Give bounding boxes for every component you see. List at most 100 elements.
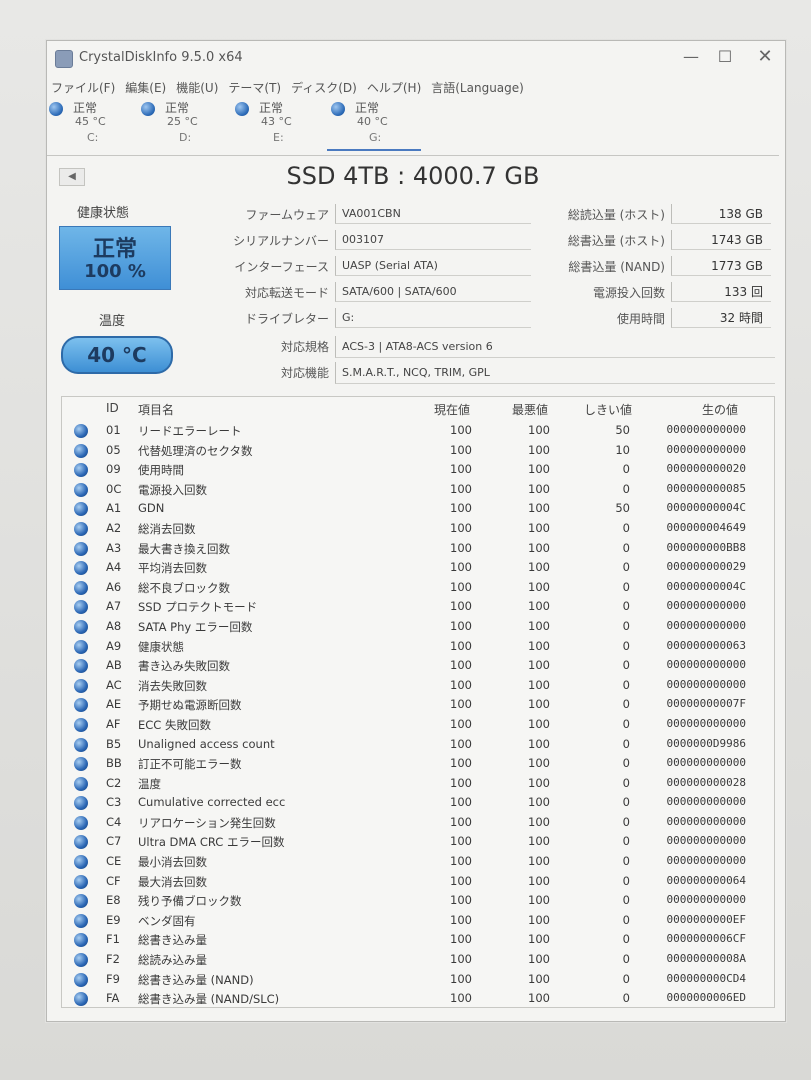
attr-worst: 100 [528, 481, 550, 496]
table-row[interactable]: AC 消去失敗回数 100 100 0 000000000000 [62, 676, 774, 696]
table-row[interactable]: E9 ベンダ固有 100 100 0 0000000000EF [62, 911, 774, 931]
attr-threshold: 0 [622, 677, 630, 692]
table-row[interactable]: F1 総書き込み量 100 100 0 0000000006CF [62, 930, 774, 950]
maximize-button[interactable]: ☐ [711, 46, 739, 68]
attr-name: 温度 [138, 776, 161, 791]
attr-name: 電源投入回数 [138, 482, 207, 497]
menu-function[interactable]: 機能(U) [176, 79, 218, 99]
table-row[interactable]: A8 SATA Phy エラー回数 100 100 0 000000000000 [62, 617, 774, 637]
attr-name: 総書き込み量 (NAND/SLC) [138, 992, 280, 1007]
close-button[interactable]: ✕ [751, 46, 779, 68]
table-row[interactable]: C4 リアロケーション発生回数 100 100 0 000000000000 [62, 813, 774, 833]
status-dot-icon [74, 815, 88, 830]
minimize-button[interactable]: — [677, 46, 705, 68]
attr-id: 0C [106, 481, 122, 496]
attr-current: 100 [450, 952, 472, 967]
status-dot-icon [74, 580, 88, 595]
attr-worst: 100 [528, 873, 550, 888]
attr-threshold: 0 [622, 893, 630, 908]
power-hours-value: 32 時間 [671, 308, 771, 328]
table-row[interactable]: 01 リードエラーレート 100 100 50 000000000000 [62, 421, 774, 441]
attr-raw: 000000000000 [666, 658, 746, 672]
attr-id: CF [106, 873, 121, 888]
header-id[interactable]: ID [106, 401, 119, 415]
attr-current: 100 [450, 520, 472, 535]
drive-tab-g[interactable]: 正常 40 °C G: [327, 99, 421, 153]
attr-id: 09 [106, 462, 121, 477]
features-value: S.M.A.R.T., NCQ, TRIM, GPL [335, 362, 775, 384]
table-row[interactable]: A6 総不良ブロック数 100 100 0 00000000004C [62, 578, 774, 598]
attr-current: 100 [450, 599, 472, 614]
temperature-box[interactable]: 40 °C [61, 336, 173, 374]
attr-worst: 100 [528, 814, 550, 829]
table-row[interactable]: CE 最小消去回数 100 100 0 000000000000 [62, 852, 774, 872]
attr-raw: 000000000020 [666, 462, 746, 476]
drive-tab-c[interactable]: 正常 45 °C C: [49, 99, 139, 153]
table-row[interactable]: AB 書き込み失敗回数 100 100 0 000000000000 [62, 656, 774, 676]
attr-id: BB [106, 756, 122, 771]
table-row[interactable]: C2 温度 100 100 0 000000000028 [62, 774, 774, 794]
attr-threshold: 0 [622, 697, 630, 712]
attr-threshold: 0 [622, 932, 630, 947]
disk-title: SSD 4TB : 4000.7 GB [286, 162, 540, 190]
attr-raw: 00000000008A [666, 952, 746, 966]
header-threshold[interactable]: しきい値 [584, 401, 632, 418]
table-row[interactable]: F9 総書き込み量 (NAND) 100 100 0 000000000CD4 [62, 970, 774, 990]
table-row[interactable]: C3 Cumulative corrected ecc 100 100 0 0000000… [62, 793, 774, 813]
table-row[interactable]: A1 GDN 100 100 50 00000000004C [62, 499, 774, 519]
attr-current: 100 [450, 481, 472, 496]
attr-worst: 100 [528, 952, 550, 967]
status-dot-icon [74, 678, 88, 693]
drive-tab-e[interactable]: 正常 43 °C E: [235, 99, 325, 153]
attr-worst: 100 [528, 579, 550, 594]
attr-worst: 100 [528, 520, 550, 535]
attr-threshold: 0 [622, 658, 630, 673]
drive-temp: 43 °C [261, 115, 292, 128]
table-row[interactable]: 05 代替処理済のセクタ数 100 100 10 000000000000 [62, 441, 774, 461]
attr-name: 最小消去回数 [138, 855, 207, 870]
table-row[interactable]: A9 健康状態 100 100 0 000000000063 [62, 637, 774, 657]
header-name[interactable]: 項目名 [138, 401, 174, 418]
header-worst[interactable]: 最悪値 [512, 401, 548, 418]
table-row[interactable]: E8 残り予備ブロック数 100 100 0 000000000000 [62, 891, 774, 911]
attr-name: 残り予備ブロック数 [138, 894, 242, 909]
attr-name: 平均消去回数 [138, 561, 207, 576]
attr-id: E9 [106, 912, 121, 927]
drive-status: 正常 [73, 101, 98, 115]
table-row[interactable]: BB 訂正不可能エラー数 100 100 0 000000000000 [62, 754, 774, 774]
table-row[interactable]: A2 総消去回数 100 100 0 000000004649 [62, 519, 774, 539]
table-row[interactable]: C7 Ultra DMA CRC エラー回数 100 100 0 000000000000 [62, 832, 774, 852]
table-row[interactable]: CF 最大消去回数 100 100 0 000000000064 [62, 872, 774, 892]
menu-help[interactable]: ヘルプ(H) [367, 79, 421, 99]
table-row[interactable]: FA 総書き込み量 (NAND/SLC) 100 100 0 0000000006ED [62, 989, 774, 1009]
status-dot-icon [74, 424, 88, 438]
status-dot-icon [49, 102, 63, 116]
active-tab-indicator [327, 149, 421, 151]
drive-tab-d[interactable]: 正常 25 °C D: [141, 99, 231, 153]
table-row[interactable]: 09 使用時間 100 100 0 000000000020 [62, 460, 774, 480]
header-raw[interactable]: 生の値 [702, 401, 738, 418]
menu-disk[interactable]: ディスク(D) [291, 79, 357, 99]
table-row[interactable]: F2 総読み込み量 100 100 0 00000000008A [62, 950, 774, 970]
attr-current: 100 [450, 423, 472, 437]
attr-name: GDN [138, 501, 165, 516]
status-dot-icon [74, 639, 88, 654]
table-row[interactable]: AF ECC 失敗回数 100 100 0 000000000000 [62, 715, 774, 735]
host-reads-value: 138 GB [671, 204, 771, 224]
attr-name: 総消去回数 [138, 521, 196, 536]
table-row[interactable]: B5 Unaligned access count 100 100 0 0000000D9… [62, 735, 774, 755]
table-row[interactable]: 0C 電源投入回数 100 100 0 000000000085 [62, 480, 774, 500]
attr-current: 100 [450, 736, 472, 751]
header-current[interactable]: 現在値 [434, 401, 470, 418]
table-row[interactable]: A7 SSD プロテクトモード 100 100 0 000000000000 [62, 597, 774, 617]
table-row[interactable]: A4 平均消去回数 100 100 0 000000000029 [62, 558, 774, 578]
menu-edit[interactable]: 編集(E) [125, 79, 166, 99]
interface-label: インターフェース [234, 260, 329, 274]
menu-file[interactable]: ファイル(F) [51, 79, 115, 99]
menu-language[interactable]: 言語(Language) [431, 79, 524, 99]
table-row[interactable]: A3 最大書き換え回数 100 100 0 000000000BB8 [62, 539, 774, 559]
menu-theme[interactable]: テーマ(T) [228, 79, 281, 99]
host-writes-label: 総書込量 (ホスト) [567, 234, 665, 248]
health-status-box[interactable]: 正常 100 % [59, 226, 171, 290]
table-row[interactable]: AE 予期せぬ電源断回数 100 100 0 00000000007F [62, 695, 774, 715]
